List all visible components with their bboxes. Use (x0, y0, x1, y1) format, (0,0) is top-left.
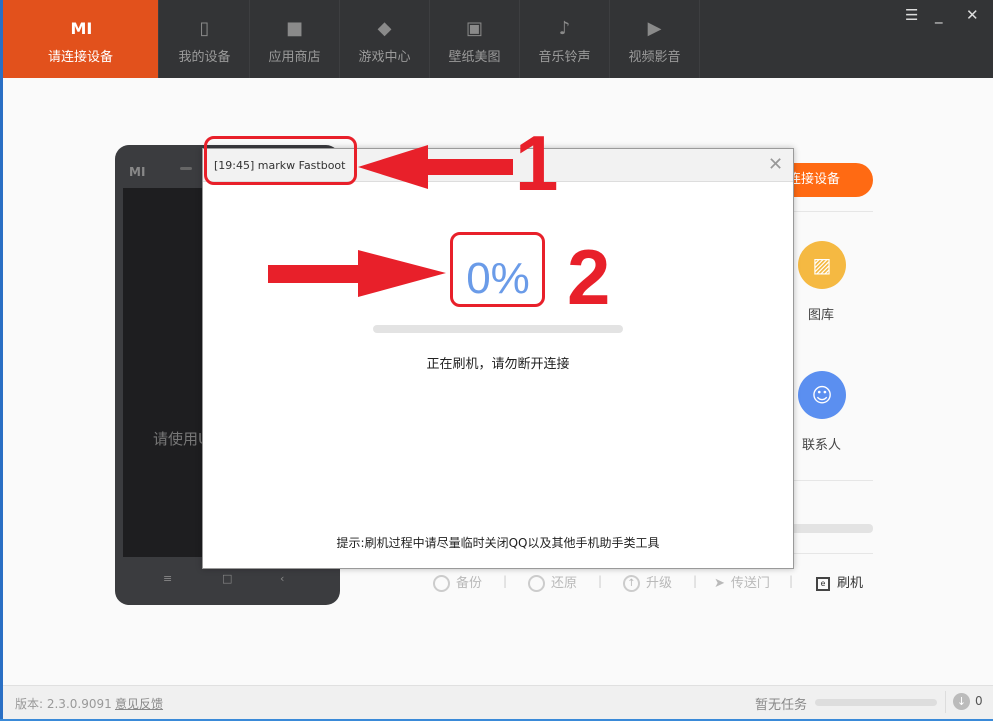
label: 备份 (456, 576, 483, 591)
tab-music[interactable]: ♪ 音乐铃声 (520, 0, 610, 78)
back-key-icon: ‹ (280, 572, 285, 585)
separator: | (598, 574, 603, 588)
tab-label: 视频影音 (628, 50, 681, 65)
label: 刷机 (837, 576, 864, 591)
tab-connect-device[interactable]: MI 请连接设备 (3, 0, 159, 78)
restore-button[interactable]: 还原 (528, 572, 577, 592)
contacts-label: 联系人 (802, 438, 842, 453)
status-bar: 版本: 2.3.0.9091 意见反馈 暂无任务 ↓ 0 (3, 685, 993, 720)
annotation-arrow-left (358, 145, 513, 189)
flash-dialog: [19:45] markw Fastboot ✕ 0% 正在刷机，请勿断开连接 … (202, 148, 794, 569)
tab-wallpaper[interactable]: ▣ 壁纸美图 (430, 0, 520, 78)
desktop-edge (0, 0, 3, 721)
music-icon: ♪ (558, 18, 571, 39)
annotation-number-1: 1 (515, 119, 559, 207)
upgrade-icon: ↑ (623, 575, 640, 592)
storage-bar (790, 524, 873, 533)
tab-my-device[interactable]: ▯ 我的设备 (160, 0, 250, 78)
minimize-icon[interactable]: _ (935, 6, 943, 24)
gallery-label: 图库 (808, 308, 835, 323)
flash-icon: e (816, 576, 830, 591)
label: 还原 (551, 576, 578, 591)
label: 升级 (646, 576, 673, 591)
task-status: 暂无任务 (755, 698, 808, 713)
upgrade-button[interactable]: ↑ 升级 (623, 572, 672, 592)
menu-icon[interactable]: ☰ (905, 6, 918, 24)
divider (790, 211, 873, 212)
backup-icon (433, 575, 450, 592)
tab-label: 壁纸美图 (448, 50, 501, 65)
label: 传送门 (730, 576, 770, 591)
separator: | (693, 574, 698, 588)
divider (790, 553, 873, 554)
usb-hint: 请使用U (153, 430, 209, 448)
menu-key-icon: ≡ (163, 572, 173, 585)
feedback-link[interactable]: 意见反馈 (115, 695, 163, 712)
annotation-arrow-right (268, 250, 446, 297)
tab-label: 音乐铃声 (538, 50, 591, 65)
annotation-box-title (204, 136, 357, 185)
task-progress (815, 699, 937, 706)
divider (790, 480, 873, 481)
video-icon: ▶ (647, 18, 662, 39)
transfer-button[interactable]: ➤ 传送门 (714, 572, 770, 591)
phone-logo: MI (129, 165, 146, 179)
tab-label: 应用商店 (268, 50, 321, 65)
divider (945, 691, 946, 713)
phone-icon: ▯ (199, 18, 210, 39)
annotation-number-2: 2 (567, 233, 611, 321)
dialog-close-icon[interactable]: ✕ (768, 154, 783, 175)
close-window-icon[interactable]: ✕ (966, 6, 979, 24)
flash-status: 正在刷机，请勿断开连接 (426, 357, 570, 372)
tab-label: 我的设备 (178, 50, 231, 65)
send-icon: ➤ (714, 576, 725, 591)
restore-icon (528, 575, 545, 592)
tab-game-center[interactable]: ◆ 游戏中心 (340, 0, 430, 78)
picture-icon: ▣ (465, 18, 483, 39)
backup-button[interactable]: 备份 (433, 572, 482, 592)
phone-speaker (180, 167, 192, 170)
gallery-icon[interactable]: ▨ (798, 241, 846, 289)
separator: | (503, 574, 508, 588)
mi-logo-icon: MI (70, 19, 93, 38)
tab-video[interactable]: ▶ 视频影音 (610, 0, 700, 78)
tab-label: 请连接设备 (47, 50, 113, 65)
version-label: 版本: 2.3.0.9091 (15, 697, 112, 711)
annotation-box-percent (450, 232, 545, 307)
flash-button[interactable]: e 刷机 (816, 572, 863, 591)
separator: | (789, 574, 794, 588)
tab-label: 游戏中心 (358, 50, 411, 65)
tab-app-store[interactable]: ■ 应用商店 (250, 0, 340, 78)
flash-tip: 提示:刷机过程中请尽量临时关闭QQ以及其他手机助手类工具 (336, 536, 660, 550)
bag-icon: ■ (285, 18, 303, 39)
top-nav: MI 请连接设备 ▯ 我的设备 ■ 应用商店 ◆ 游戏中心 ▣ 壁纸美图 ♪ 音乐铃声 ▶ 视… (3, 0, 993, 78)
flash-progress-bar (373, 325, 623, 333)
download-icon[interactable]: ↓ (953, 693, 970, 710)
download-count: 0 (975, 694, 983, 708)
contacts-icon[interactable]: ☺ (798, 371, 846, 419)
gamepad-icon: ◆ (377, 18, 392, 39)
home-key-icon: □ (222, 572, 233, 585)
